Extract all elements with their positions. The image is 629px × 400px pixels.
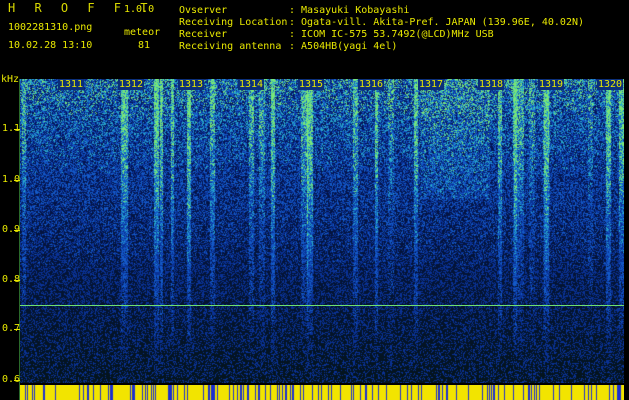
info-label-antenna: Receiving antenna xyxy=(179,41,282,52)
carrier-line xyxy=(20,305,624,306)
detection-bar xyxy=(20,385,624,400)
y-axis-unit: kHz xyxy=(1,74,20,85)
mode-label: meteor xyxy=(124,27,161,38)
info-value-antenna: : A504HB(yagi 4el) xyxy=(289,41,398,52)
hrofft-window: H R O F F T 1.0.0 1002281310.png meteor … xyxy=(0,0,629,400)
info-label-observer: Ovserver xyxy=(179,5,228,16)
info-value-observer: : Masayuki Kobayashi xyxy=(289,5,410,16)
detection-bar-marks xyxy=(20,385,624,400)
x-tick-label: 1317 xyxy=(418,79,445,90)
app-version: 1.0.0 xyxy=(124,4,155,15)
x-tick-label: 1319 xyxy=(538,79,565,90)
x-tick-label: 1314 xyxy=(238,79,265,90)
y-tick-mark xyxy=(14,329,20,330)
info-value-receiver: : ICOM IC-575 53.7492(@LCD)MHz USB xyxy=(289,29,494,40)
y-tick-mark xyxy=(14,180,20,181)
capture-datetime: 10.02.28 13:10 xyxy=(8,40,93,51)
info-label-location: Receiving Location xyxy=(179,17,288,28)
file-name: 1002281310.png xyxy=(8,22,93,33)
y-tick-mark xyxy=(14,280,20,281)
y-tick-mark xyxy=(14,230,20,231)
x-tick-label: 1313 xyxy=(178,79,205,90)
info-label-receiver: Receiver xyxy=(179,29,228,40)
x-tick-label: 1316 xyxy=(358,79,385,90)
x-tick-label: 1311 xyxy=(58,79,85,90)
spectrogram xyxy=(20,79,624,383)
y-tick-mark xyxy=(14,129,20,130)
y-tick-mark xyxy=(14,380,20,381)
x-tick-label: 1315 xyxy=(298,79,325,90)
x-tick-label: 1312 xyxy=(118,79,145,90)
spectrogram-noise xyxy=(20,79,624,383)
x-tick-label: 1318 xyxy=(478,79,505,90)
meteor-count: 81 xyxy=(138,40,151,51)
info-value-location: : Ogata-vill. Akita-Pref. JAPAN (139.96E… xyxy=(289,17,585,28)
x-tick-label: 1320 xyxy=(597,79,624,90)
